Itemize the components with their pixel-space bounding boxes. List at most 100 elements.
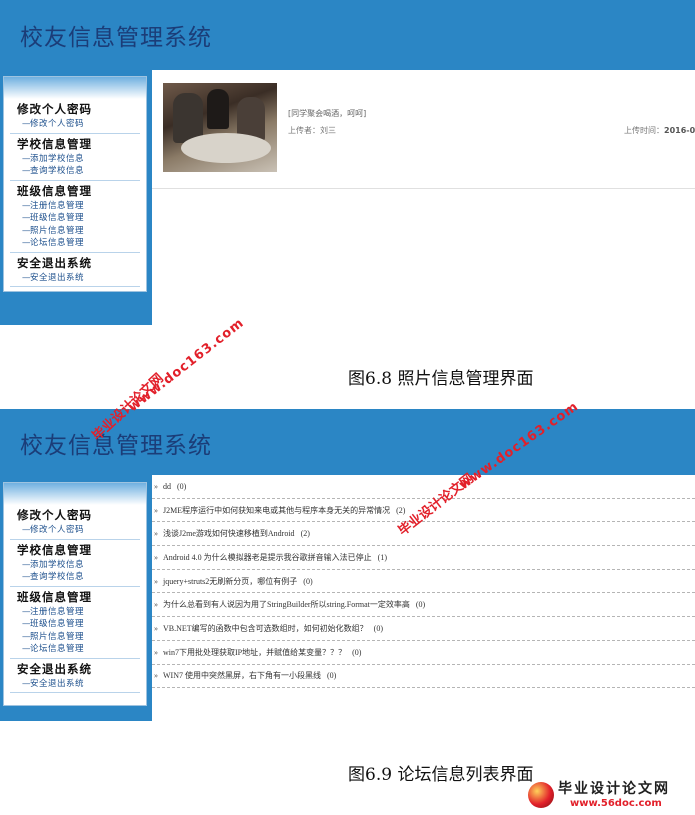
- menu-group-title[interactable]: 安全退出系统: [10, 253, 140, 272]
- forum-post-row[interactable]: » 为什么总看到有人说因为用了StringBuilder所以string.Form…: [152, 593, 695, 618]
- menu-group-title[interactable]: 学校信息管理: [10, 540, 140, 559]
- menu-group: 班级信息管理 —注册信息管理 —班级信息管理 —照片信息管理 —论坛信息管理: [10, 181, 140, 253]
- double-arrow-icon: »: [154, 529, 158, 539]
- menu-group-title[interactable]: 班级信息管理: [10, 181, 140, 200]
- forum-post-title[interactable]: VB.NET编写的函数中包含可选数组时，如何初始化数组？: [163, 623, 368, 634]
- photo-list-panel: [同学聚会喝酒，呵呵] 上传者：刘三 上传时间：2016-04: [152, 70, 695, 189]
- reply-count: (0): [415, 600, 426, 610]
- sidebar-menu-item[interactable]: —照片信息管理: [10, 225, 140, 238]
- forum-post-title[interactable]: 为什么总看到有人说因为用了StringBuilder所以string.Forma…: [163, 599, 410, 610]
- logo-url: www.56doc.com: [570, 798, 662, 809]
- sidebar-menu-item[interactable]: —安全退出系统: [10, 678, 140, 691]
- dash-bullet-icon: —: [22, 559, 31, 570]
- forum-post-row[interactable]: » dd (0): [152, 475, 695, 499]
- sidebar-menu-item[interactable]: —添加学校信息: [10, 559, 140, 572]
- menu-item-label: 安全退出系统: [30, 678, 85, 689]
- photo-management-screenshot: 校友信息管理系统 修改个人密码 —修改个人密码 学校信息管理 —添加学校信息 —查询学校…: [0, 0, 695, 325]
- sidebar-menu: 修改个人密码 —修改个人密码 学校信息管理 —添加学校信息 —查询学校信息 班级信息管理 —…: [3, 482, 147, 706]
- forum-post-title[interactable]: dd: [163, 482, 171, 491]
- menu-item-label: 班级信息管理: [30, 213, 85, 223]
- forum-post-row[interactable]: » jquery+struts2无刷新分页，哪位有例子 (0): [152, 570, 695, 594]
- sidebar-menu-item[interactable]: —班级信息管理: [10, 212, 140, 225]
- sidebar-menu-item[interactable]: —查询学校信息: [10, 571, 140, 584]
- double-arrow-icon: »: [154, 647, 158, 657]
- dash-bullet-icon: —: [22, 631, 31, 642]
- dash-bullet-icon: —: [22, 119, 31, 129]
- uploader-name: 刘三: [320, 126, 336, 135]
- forum-post-row[interactable]: » win7下用批处理获取IP地址，并赋值给某变量？？？ (0): [152, 641, 695, 665]
- double-arrow-icon: »: [154, 623, 158, 633]
- watermark-url: www.doc163.com: [125, 315, 248, 415]
- logo-text: 毕业设计论文网: [558, 781, 670, 797]
- menu-item-label: 班级信息管理: [30, 619, 85, 629]
- double-arrow-icon: »: [154, 552, 158, 562]
- reply-count: (0): [303, 576, 313, 586]
- dash-bullet-icon: —: [22, 213, 31, 223]
- dash-bullet-icon: —: [22, 572, 31, 582]
- sidebar-menu-item[interactable]: —班级信息管理: [10, 618, 140, 631]
- sidebar-menu-item[interactable]: —照片信息管理: [10, 631, 140, 644]
- double-arrow-icon: »: [154, 600, 158, 610]
- reply-count: (0): [327, 671, 337, 681]
- double-arrow-icon: »: [154, 481, 158, 491]
- forum-post-title[interactable]: win7下用批处理获取IP地址，并赋值给某变量？？？: [163, 647, 346, 658]
- upload-time-label: 上传时间：: [624, 126, 664, 135]
- reply-count: (0): [373, 623, 383, 633]
- forum-post-row[interactable]: » VB.NET编写的函数中包含可选数组时，如何初始化数组？ (0): [152, 617, 695, 641]
- menu-item-label: 论坛信息管理: [30, 238, 85, 248]
- sidebar-menu-item[interactable]: —论坛信息管理: [10, 643, 140, 656]
- forum-post-title[interactable]: WIN7 使用中突然黑屏，右下角有一小段黑线: [163, 670, 321, 681]
- sidebar-menu-item[interactable]: —修改个人密码: [10, 524, 140, 537]
- forum-post-title[interactable]: Android 4.0 为什么模拟器老是提示我谷歌拼音输入法已停止: [163, 552, 372, 563]
- globe-icon: [528, 782, 554, 808]
- sidebar-menu-item[interactable]: —论坛信息管理: [10, 237, 140, 250]
- menu-group-title[interactable]: 修改个人密码: [10, 505, 140, 524]
- upload-time-value: 2016-04: [664, 126, 695, 135]
- menu-item-label: 照片信息管理: [30, 225, 85, 236]
- photo-caption: [同学聚会喝酒，呵呵]: [288, 109, 367, 118]
- menu-group-title[interactable]: 学校信息管理: [10, 134, 140, 153]
- dash-bullet-icon: —: [22, 272, 31, 283]
- menu-item-label: 添加学校信息: [30, 153, 85, 164]
- uploader-label: 上传者：: [288, 126, 320, 135]
- sidebar-menu: 修改个人密码 —修改个人密码 学校信息管理 —添加学校信息 —查询学校信息 班级信息管理 —…: [3, 76, 147, 292]
- menu-group: 修改个人密码 —修改个人密码: [10, 99, 140, 134]
- sidebar-menu-item[interactable]: —注册信息管理: [10, 606, 140, 619]
- sidebar-menu-item[interactable]: —安全退出系统: [10, 272, 140, 285]
- dash-bullet-icon: —: [22, 225, 31, 236]
- menu-group-title[interactable]: 安全退出系统: [10, 659, 140, 678]
- menu-item-label: 照片信息管理: [30, 631, 85, 642]
- photo-uploader: 上传者：刘三: [288, 125, 336, 136]
- menu-group-title[interactable]: 班级信息管理: [10, 587, 140, 606]
- sidebar-menu-item[interactable]: —注册信息管理: [10, 200, 140, 213]
- reply-count: (1): [377, 552, 387, 562]
- sidebar-top-gradient: [4, 483, 146, 505]
- double-arrow-icon: »: [154, 505, 158, 515]
- menu-item-label: 修改个人密码: [30, 525, 85, 535]
- menu-item-label: 安全退出系统: [30, 272, 85, 283]
- forum-post-title[interactable]: jquery+struts2无刷新分页，哪位有例子: [163, 576, 297, 587]
- forum-post-row[interactable]: » WIN7 使用中突然黑屏，右下角有一小段黑线 (0): [152, 665, 695, 689]
- forum-post-title[interactable]: J2ME程序运行中如何获知来电或其他与程序本身无关的异常情况: [163, 505, 390, 516]
- double-arrow-icon: »: [154, 576, 158, 586]
- menu-item-label: 查询学校信息: [30, 166, 85, 176]
- forum-post-row[interactable]: » Android 4.0 为什么模拟器老是提示我谷歌拼音输入法已停止 (1): [152, 546, 695, 570]
- site-logo: 毕业设计论文网 www.56doc.com: [528, 778, 693, 812]
- menu-item-label: 修改个人密码: [30, 119, 85, 129]
- menu-group: 修改个人密码 —修改个人密码: [10, 505, 140, 540]
- menu-group: 班级信息管理 —注册信息管理 —班级信息管理 —照片信息管理 —论坛信息管理: [10, 587, 140, 659]
- forum-post-row[interactable]: » 浅谈J2me游戏如何快速移植到Android (2): [152, 522, 695, 547]
- sidebar-menu-item[interactable]: —修改个人密码: [10, 118, 140, 131]
- gathering-photo[interactable]: [163, 83, 277, 172]
- reply-count: (2): [300, 529, 310, 539]
- menu-group: 安全退出系统 —安全退出系统: [10, 659, 140, 693]
- double-arrow-icon: »: [154, 671, 158, 681]
- menu-item-label: 添加学校信息: [30, 559, 85, 570]
- sidebar-menu-item[interactable]: —查询学校信息: [10, 165, 140, 178]
- forum-post-title[interactable]: 浅谈J2me游戏如何快速移植到Android: [163, 528, 295, 539]
- menu-group-title[interactable]: 修改个人密码: [10, 99, 140, 118]
- sidebar-menu-item[interactable]: —添加学校信息: [10, 153, 140, 166]
- dash-bullet-icon: —: [22, 153, 31, 164]
- forum-list-screenshot: 校友信息管理系统 修改个人密码 —修改个人密码 学校信息管理 —添加学校信息 —查询学校…: [0, 409, 695, 721]
- figure-caption-6-9: 图6.9 论坛信息列表界面: [348, 765, 534, 785]
